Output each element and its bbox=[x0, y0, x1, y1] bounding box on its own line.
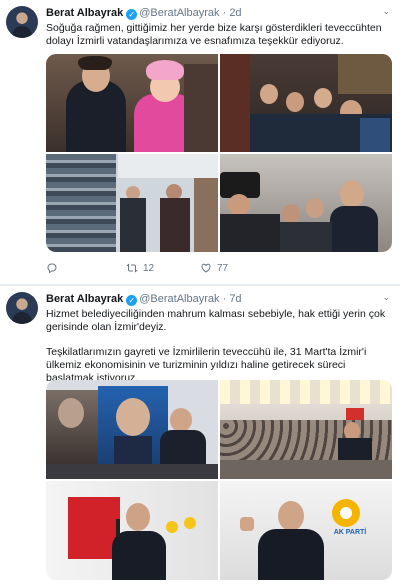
avatar[interactable] bbox=[6, 6, 38, 38]
author-handle[interactable]: @BeratAlbayrak bbox=[139, 7, 219, 19]
banner-text: AK PARTİ bbox=[333, 529, 367, 536]
tweet-text-paragraph-1: Hizmet belediyeciliğinden mahrum kalması… bbox=[46, 308, 386, 333]
photo-crowd-selfie[interactable] bbox=[220, 54, 392, 152]
tweet[interactable]: Berat Albayrak ✓ @BeratAlbayrak · 7d ⌄ Hiz… bbox=[0, 286, 400, 584]
tweet-actions: 12 77 bbox=[46, 262, 346, 276]
photo-crowd-cameras[interactable] bbox=[220, 154, 392, 252]
reply-icon bbox=[47, 263, 57, 274]
tweet-timestamp[interactable]: 2d bbox=[229, 7, 241, 19]
verified-badge-icon: ✓ bbox=[126, 295, 138, 306]
media-grid: AK PARTİ bbox=[46, 380, 392, 580]
media-grid bbox=[46, 54, 392, 252]
photo-fabric-shop[interactable] bbox=[46, 154, 218, 252]
like-count: 77 bbox=[217, 262, 229, 274]
retweet-icon bbox=[126, 263, 138, 273]
photo-speech-portraits[interactable] bbox=[46, 380, 218, 479]
like-button[interactable]: 77 bbox=[200, 262, 228, 274]
tweet-timestamp[interactable]: 7d bbox=[229, 293, 241, 305]
tweet-text: Soğuğa rağmen, gittiğimiz her yerde bize… bbox=[46, 22, 382, 47]
chevron-down-icon[interactable]: ⌄ bbox=[382, 292, 390, 303]
photo-hall-audience[interactable] bbox=[220, 380, 392, 479]
retweet-count: 12 bbox=[143, 262, 155, 274]
tweet-header: Berat Albayrak ✓ @BeratAlbayrak · 2d bbox=[46, 6, 242, 20]
photo-speaker-party-banner[interactable]: AK PARTİ bbox=[220, 481, 392, 580]
reply-button[interactable] bbox=[46, 262, 63, 274]
avatar[interactable] bbox=[6, 292, 38, 324]
chevron-down-icon[interactable]: ⌄ bbox=[382, 6, 390, 17]
separator-dot: · bbox=[222, 293, 227, 305]
retweet-button[interactable]: 12 bbox=[126, 262, 154, 274]
tweet-header: Berat Albayrak ✓ @BeratAlbayrak · 7d bbox=[46, 292, 242, 306]
separator-dot: · bbox=[222, 7, 227, 19]
author-name[interactable]: Berat Albayrak bbox=[46, 293, 123, 305]
heart-icon bbox=[201, 263, 211, 273]
author-name[interactable]: Berat Albayrak bbox=[46, 7, 123, 19]
photo-minister-with-child[interactable] bbox=[46, 54, 218, 152]
verified-badge-icon: ✓ bbox=[126, 9, 138, 20]
photo-speaker-microphone[interactable] bbox=[46, 481, 218, 580]
author-handle[interactable]: @BeratAlbayrak bbox=[139, 293, 219, 305]
tweet[interactable]: Berat Albayrak ✓ @BeratAlbayrak · 2d ⌄ Soğ… bbox=[0, 0, 400, 284]
